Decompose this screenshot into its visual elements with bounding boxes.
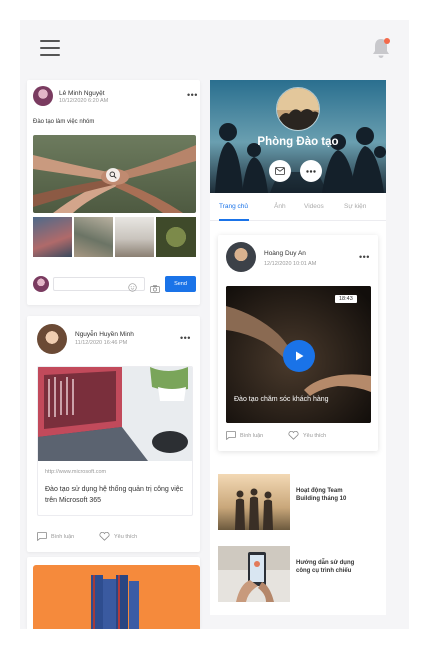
video-player[interactable]: 18:43 Đào tạo chăm sóc khách hàng [226, 286, 371, 423]
author-avatar[interactable] [37, 324, 67, 354]
news-item[interactable]: Hoạt động Team Building tháng 10 [218, 474, 378, 530]
tab-label: Ảnh [274, 203, 286, 210]
like-label: Yêu thích [303, 432, 327, 439]
send-button[interactable]: Send [165, 276, 196, 292]
mail-icon [275, 167, 285, 175]
app-frame: Lê Minh Nguyệt 10/12/2020 6:20 AM ••• Đà… [20, 20, 409, 629]
group-name[interactable]: Phòng Đào tạo [210, 136, 386, 148]
post-time: 12/12/2020 10:01 AM [264, 261, 317, 267]
author-avatar[interactable] [33, 86, 53, 106]
news-item[interactable]: Hướng dẫn sử dụng công cụ trình chiếu [218, 546, 378, 602]
news-title[interactable]: Hướng dẫn sử dụng công cụ trình chiếu [296, 559, 362, 575]
tab-videos[interactable]: Videos [304, 203, 324, 210]
group-tabs: Trang chủ Ảnh Videos Sự kiện [210, 193, 386, 221]
author-name[interactable]: Hoàng Duy An [264, 250, 306, 257]
tab-active-indicator [219, 219, 249, 221]
post-card: Nguyễn Huyền Minh 11/12/2020 16:46 PM ••… [27, 316, 200, 552]
link-url[interactable]: http://www.microsoft.com [45, 469, 106, 475]
zoom-icon[interactable] [106, 168, 120, 182]
more-options-button[interactable] [300, 160, 322, 182]
more-options-icon[interactable]: ••• [180, 334, 191, 343]
post-text: Đào tạo làm việc nhóm [33, 119, 95, 125]
play-icon [296, 351, 304, 361]
camera-icon[interactable] [150, 280, 160, 293]
send-label: Send [174, 281, 187, 287]
right-column: Phòng Đào tạo Trang chủ Ảnh Videos Sự ki… [210, 80, 386, 615]
author-name[interactable]: Nguyễn Huyền Minh [75, 331, 134, 338]
current-user-avatar [33, 276, 49, 292]
thumbnail-image[interactable] [156, 217, 196, 257]
tab-label: Trang chủ [219, 203, 249, 210]
post-time: 11/12/2020 16:46 PM [75, 340, 128, 346]
group-cover: Phòng Đào tạo [210, 80, 386, 193]
thumbnail-image[interactable] [74, 217, 113, 257]
heart-icon [288, 431, 299, 440]
post-image[interactable] [33, 135, 196, 213]
message-button[interactable] [269, 160, 291, 182]
thumbnail-image[interactable] [115, 217, 154, 257]
comment-button[interactable]: Bình luận [37, 532, 74, 541]
author-avatar[interactable] [226, 242, 256, 272]
bell-icon[interactable] [371, 37, 391, 59]
tab-home[interactable]: Trang chủ [219, 203, 248, 210]
link-preview[interactable]: http://www.microsoft.com Đào tạo sử dụng… [37, 366, 193, 516]
notification-dot [384, 38, 390, 44]
comment-label: Bình luận [51, 533, 75, 540]
more-options-icon[interactable]: ••• [359, 253, 370, 262]
like-label: Yêu thích [114, 533, 138, 540]
thumbnail-image[interactable] [33, 217, 72, 257]
group-avatar[interactable] [276, 87, 320, 131]
heart-icon [99, 532, 110, 541]
link-preview-image [38, 367, 192, 461]
tab-photos[interactable]: Ảnh [274, 203, 286, 210]
tab-label: Sự kiện [344, 203, 367, 210]
link-title[interactable]: Đào tạo sử dụng hệ thống quản trị công v… [45, 484, 189, 506]
tab-events[interactable]: Sự kiện [344, 203, 366, 210]
comment-icon [37, 532, 47, 541]
thumbnail-strip [33, 217, 196, 257]
author-name[interactable]: Lê Minh Nguyệt [59, 90, 105, 97]
post-time: 10/12/2020 6:20 AM [59, 98, 109, 104]
news-thumbnail [218, 474, 290, 530]
comment-label: Bình luận [240, 432, 264, 439]
hamburger-icon[interactable] [40, 40, 60, 56]
video-caption: Đào tạo chăm sóc khách hàng [234, 396, 329, 403]
post-card: Lê Minh Nguyệt 10/12/2020 6:20 AM ••• Đà… [27, 80, 200, 305]
post-image[interactable] [33, 565, 200, 629]
top-bar [20, 20, 409, 76]
video-post-card: Hoàng Duy An 12/12/2020 10:01 AM ••• 18:… [218, 235, 378, 451]
like-button[interactable]: Yêu thích [288, 431, 326, 440]
like-button[interactable]: Yêu thích [99, 532, 137, 541]
video-duration: 18:43 [335, 295, 357, 303]
emoji-icon[interactable] [128, 279, 137, 292]
more-options-icon[interactable]: ••• [187, 91, 198, 100]
post-card [27, 557, 200, 629]
comment-button[interactable]: Bình luận [226, 431, 263, 440]
news-thumbnail [218, 546, 290, 602]
news-title[interactable]: Hoạt động Team Building tháng 10 [296, 487, 362, 503]
comment-icon [226, 431, 236, 440]
tab-label: Videos [304, 203, 324, 210]
play-button[interactable] [283, 340, 315, 372]
more-icon [306, 169, 316, 173]
